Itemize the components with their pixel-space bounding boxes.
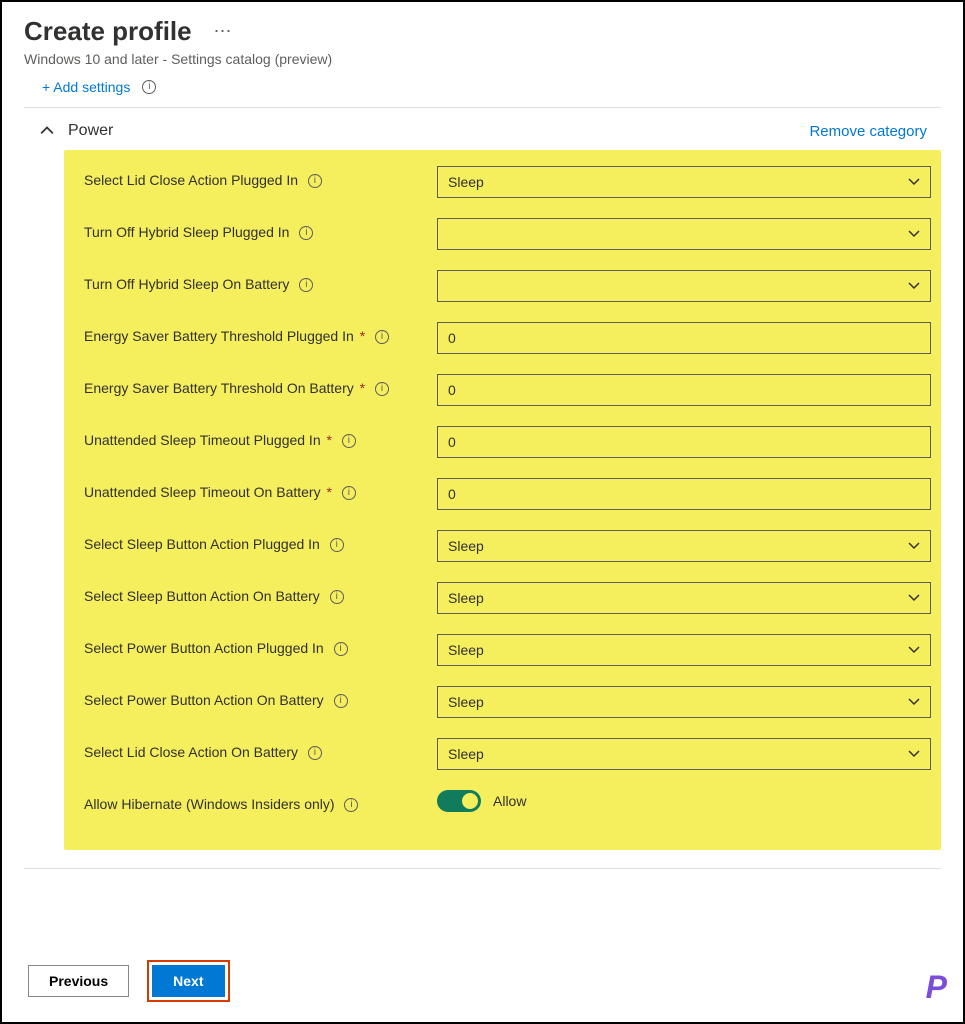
required-asterisk: * — [326, 484, 331, 500]
more-options-icon[interactable]: ⋯ — [214, 21, 232, 41]
setting-label: Select Lid Close Action Plugged In i — [72, 164, 437, 196]
setting-row: Turn Off Hybrid Sleep On Battery i — [72, 262, 933, 314]
chevron-down-icon — [908, 644, 920, 656]
setting-label: Energy Saver Battery Threshold On Batter… — [72, 372, 437, 404]
setting-label: Unattended Sleep Timeout On Battery * i — [72, 476, 437, 508]
info-icon[interactable]: i — [342, 486, 356, 500]
setting-toggle[interactable] — [437, 790, 481, 812]
setting-row: Energy Saver Battery Threshold Plugged I… — [72, 314, 933, 366]
setting-label: Select Power Button Action Plugged In i — [72, 632, 437, 664]
select-value: Sleep — [448, 174, 484, 190]
setting-row: Select Sleep Button Action On Battery i S… — [72, 574, 933, 626]
setting-row: Allow Hibernate (Windows Insiders only) … — [72, 782, 933, 834]
setting-row: Energy Saver Battery Threshold On Batter… — [72, 366, 933, 418]
setting-select[interactable]: Sleep — [437, 582, 931, 614]
toggle-knob — [462, 793, 478, 809]
chevron-down-icon — [908, 228, 920, 240]
settings-grid: Select Lid Close Action Plugged In i Slee… — [64, 150, 941, 850]
remove-category-link[interactable]: Remove category — [809, 123, 927, 140]
setting-select[interactable]: Sleep — [437, 166, 931, 198]
toggle-state-label: Allow — [493, 793, 526, 809]
category-title: Power — [68, 122, 113, 140]
category-header[interactable]: Power Remove category — [24, 108, 941, 150]
setting-row: Select Power Button Action Plugged In i S… — [72, 626, 933, 678]
next-button-highlight: Next — [147, 960, 229, 1002]
setting-row: Select Power Button Action On Battery i S… — [72, 678, 933, 730]
required-asterisk: * — [327, 432, 332, 448]
setting-row: Turn Off Hybrid Sleep Plugged In i — [72, 210, 933, 262]
add-settings-link[interactable]: + Add settings i — [42, 79, 156, 95]
setting-select[interactable]: Sleep — [437, 686, 931, 718]
chevron-down-icon — [908, 540, 920, 552]
setting-select[interactable]: Sleep — [437, 530, 931, 562]
setting-input[interactable] — [437, 426, 931, 458]
info-icon[interactable]: i — [330, 590, 344, 604]
setting-label: Select Sleep Button Action Plugged In i — [72, 528, 437, 560]
info-icon[interactable]: i — [334, 694, 348, 708]
setting-row: Select Lid Close Action On Battery i Slee… — [72, 730, 933, 782]
info-icon[interactable]: i — [299, 278, 313, 292]
setting-input[interactable] — [437, 322, 931, 354]
info-icon[interactable]: i — [299, 226, 313, 240]
chevron-down-icon — [908, 280, 920, 292]
chevron-up-icon — [40, 124, 54, 138]
setting-row: Select Lid Close Action Plugged In i Slee… — [72, 158, 933, 210]
divider — [24, 868, 941, 869]
setting-input[interactable] — [437, 374, 931, 406]
info-icon[interactable]: i — [308, 746, 322, 760]
chevron-down-icon — [908, 592, 920, 604]
setting-label: Select Sleep Button Action On Battery i — [72, 580, 437, 612]
select-value: Sleep — [448, 590, 484, 606]
select-value: Sleep — [448, 694, 484, 710]
setting-select[interactable]: Sleep — [437, 634, 931, 666]
page-subtitle: Windows 10 and later - Settings catalog … — [24, 51, 941, 67]
setting-input[interactable] — [437, 478, 931, 510]
setting-row: Select Sleep Button Action Plugged In i S… — [72, 522, 933, 574]
footer-actions: Previous Next — [24, 906, 941, 1022]
add-settings-label: + Add settings — [42, 79, 130, 95]
required-asterisk: * — [360, 380, 365, 396]
select-value: Sleep — [448, 642, 484, 658]
info-icon[interactable]: i — [342, 434, 356, 448]
info-icon[interactable]: i — [375, 330, 389, 344]
select-value: Sleep — [448, 746, 484, 762]
select-value: Sleep — [448, 538, 484, 554]
setting-label: Unattended Sleep Timeout Plugged In * i — [72, 424, 437, 456]
setting-row: Unattended Sleep Timeout Plugged In * i — [72, 418, 933, 470]
info-icon[interactable]: i — [344, 798, 358, 812]
next-button[interactable]: Next — [152, 965, 224, 997]
setting-label: Select Power Button Action On Battery i — [72, 684, 437, 716]
chevron-down-icon — [908, 748, 920, 760]
setting-select[interactable] — [437, 218, 931, 250]
setting-select[interactable] — [437, 270, 931, 302]
setting-label: Turn Off Hybrid Sleep On Battery i — [72, 268, 437, 300]
required-asterisk: * — [360, 328, 365, 344]
info-icon[interactable]: i — [334, 642, 348, 656]
setting-select[interactable]: Sleep — [437, 738, 931, 770]
setting-row: Unattended Sleep Timeout On Battery * i — [72, 470, 933, 522]
info-icon[interactable]: i — [375, 382, 389, 396]
setting-label: Select Lid Close Action On Battery i — [72, 736, 437, 768]
info-icon[interactable]: i — [330, 538, 344, 552]
info-icon[interactable]: i — [308, 174, 322, 188]
setting-label: Allow Hibernate (Windows Insiders only) … — [72, 788, 437, 820]
chevron-down-icon — [908, 696, 920, 708]
previous-button[interactable]: Previous — [28, 965, 129, 997]
info-icon[interactable]: i — [142, 80, 156, 94]
page-title: Create profile — [24, 16, 192, 47]
setting-label: Energy Saver Battery Threshold Plugged I… — [72, 320, 437, 352]
setting-label: Turn Off Hybrid Sleep Plugged In i — [72, 216, 437, 248]
chevron-down-icon — [908, 176, 920, 188]
